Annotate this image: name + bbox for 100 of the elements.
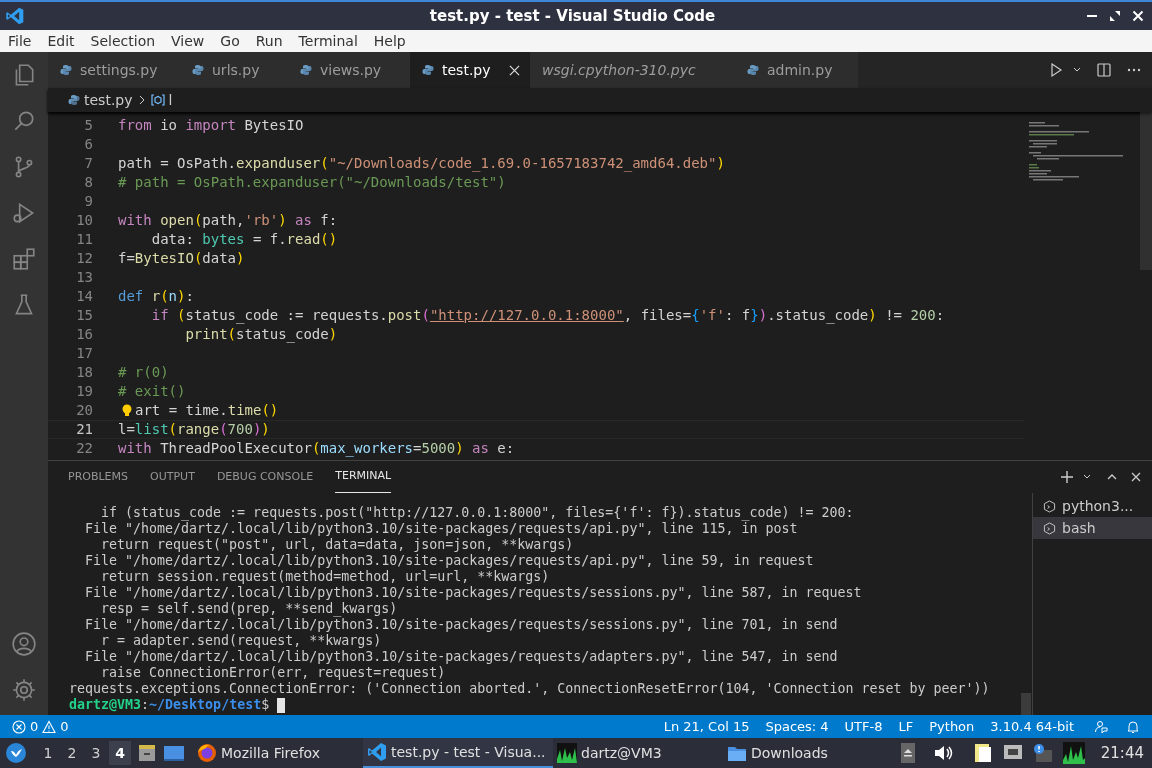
- maximize-icon[interactable]: [1109, 10, 1121, 22]
- workspace-button[interactable]: 2: [61, 741, 83, 765]
- line-number: 16: [75, 325, 93, 344]
- notification-icon[interactable]: [1032, 743, 1053, 763]
- code-line: data: bytes = f.read(): [150, 230, 338, 249]
- window-icon[interactable]: [163, 744, 185, 762]
- file-type-icon: [192, 64, 204, 76]
- code-line: art = time.time(): [135, 401, 279, 420]
- close-icon[interactable]: [509, 64, 520, 76]
- lightbulb-icon[interactable]: [120, 403, 133, 418]
- warning-icon[interactable]: [42, 719, 57, 734]
- scrollbar-thumb[interactable]: [1021, 693, 1031, 715]
- settings-icon[interactable]: [11, 677, 37, 703]
- breadcrumb-item[interactable]: l: [168, 89, 173, 111]
- panel-tab[interactable]: DEBUG CONSOLE: [216, 461, 314, 493]
- code-line: with open(path,'rb') as f:: [118, 211, 338, 230]
- menu-item[interactable]: Edit: [45, 30, 77, 52]
- terminal-line: File "/home/dartz/.local/lib/python3.10/site-packages/requests/api.py", line 59, in request: [84, 553, 815, 569]
- status-item[interactable]: UTF-8: [844, 716, 883, 737]
- terminal-line: File "/home/dartz/.local/lib/python3.10/site-packages/requests/sessions.py", line 701, in send: [84, 617, 839, 633]
- run-icon[interactable]: [1048, 62, 1064, 78]
- terminal-session[interactable]: bash: [1033, 517, 1152, 539]
- notes-icon[interactable]: [972, 742, 993, 764]
- terminal-line: resp = self.send(prep, **send_kwargs): [100, 601, 399, 617]
- workspace-button[interactable]: 3: [85, 741, 107, 765]
- line-number: 20: [75, 401, 93, 420]
- scrollbar-thumb[interactable]: [1140, 112, 1152, 270]
- panel-tab[interactable]: PROBLEMS: [68, 461, 129, 493]
- breadcrumb-item[interactable]: test.py: [84, 89, 133, 111]
- line-number: 21: [75, 420, 93, 439]
- editor-tab[interactable]: admin.py: [735, 52, 858, 88]
- line-number: 13: [75, 268, 93, 287]
- menu-item[interactable]: Terminal: [296, 30, 360, 52]
- status-item[interactable]: LF: [898, 716, 914, 737]
- status-item[interactable]: Python: [929, 716, 975, 737]
- editor-tab[interactable]: views.py: [288, 52, 410, 88]
- prompt-symbol: $: [261, 697, 270, 713]
- menu-item[interactable]: Run: [253, 30, 285, 52]
- line-number: 5: [83, 116, 93, 135]
- close-icon[interactable]: [1130, 471, 1142, 483]
- editor-tab[interactable]: test.py: [410, 52, 530, 88]
- variable-icon: [150, 94, 165, 106]
- status-item[interactable]: Ln 21, Col 15: [663, 716, 750, 737]
- file-cabinet-icon[interactable]: [137, 743, 157, 763]
- terminal-session[interactable]: python3...: [1033, 495, 1152, 517]
- browser-icon: [197, 743, 217, 763]
- code-line: # exit(): [118, 382, 186, 401]
- line-number: 11: [75, 230, 93, 249]
- code-line: f=BytesIO(data): [118, 249, 245, 268]
- account-icon[interactable]: [11, 631, 37, 657]
- panel-tab[interactable]: OUTPUT: [150, 461, 195, 493]
- file-type-icon: [422, 64, 434, 76]
- line-number: 22: [75, 439, 93, 458]
- line-number: 7: [83, 154, 93, 173]
- split-editor-icon[interactable]: [1096, 62, 1112, 78]
- prompt-path: ~/Desktop/test: [149, 697, 262, 713]
- line-number: 10: [75, 211, 93, 230]
- workspace-button[interactable]: 1: [37, 741, 59, 765]
- volume-icon[interactable]: [932, 744, 953, 762]
- editor-tab[interactable]: urls.py: [180, 52, 288, 88]
- extensions-icon[interactable]: [11, 246, 37, 272]
- start-menu-icon[interactable]: [5, 742, 27, 764]
- menu-item[interactable]: View: [169, 30, 207, 52]
- file-type-icon: [747, 64, 759, 76]
- clock[interactable]: 21:44: [1100, 741, 1144, 765]
- panel-tab[interactable]: TERMINAL: [335, 461, 392, 493]
- cpu-graph-icon[interactable]: [1062, 742, 1085, 764]
- network-icon[interactable]: [1002, 744, 1023, 762]
- code-line: from io import BytesIO: [118, 116, 304, 135]
- editor-tab[interactable]: settings.py: [48, 52, 180, 88]
- eject-icon[interactable]: [900, 743, 915, 763]
- menu-item[interactable]: Go: [218, 30, 242, 52]
- workspace-button[interactable]: 4: [109, 741, 131, 765]
- error-count[interactable]: 0: [30, 716, 39, 737]
- line-number: 14: [75, 287, 93, 306]
- taskbar-window[interactable]: Mozilla Firefox: [193, 738, 363, 768]
- code-line: # r(0): [118, 363, 169, 382]
- file-type-icon: [300, 64, 312, 76]
- prompt-separator: :: [141, 697, 150, 713]
- status-item[interactable]: 3.10.4 64-bit: [990, 716, 1074, 737]
- editor-tab[interactable]: wsgi.cpython-310.pyc: [530, 52, 735, 88]
- error-icon[interactable]: [12, 719, 26, 734]
- menu-item[interactable]: Selection: [88, 30, 158, 52]
- terminal-cursor: [277, 697, 286, 713]
- feedback-icon[interactable]: [1094, 719, 1108, 734]
- menu-item[interactable]: Help: [371, 30, 408, 52]
- add-icon[interactable]: [1060, 470, 1074, 484]
- line-number: 15: [75, 306, 93, 325]
- app-logo-icon: [5, 6, 25, 26]
- taskbar-window[interactable]: test.py - test - Visua...: [363, 738, 553, 768]
- warning-count[interactable]: 0: [60, 716, 69, 737]
- taskbar-window[interactable]: dartz@VM3: [553, 738, 723, 768]
- taskbar-window[interactable]: Downloads: [723, 738, 883, 768]
- status-item[interactable]: Spaces: 4: [765, 716, 829, 737]
- terminal-line: File "/home/dartz/.local/lib/python3.10/site-packages/requests/adapters.py", line 547, in send: [84, 649, 839, 665]
- terminal-graph-icon: [557, 743, 577, 763]
- file-type-icon: [60, 64, 72, 76]
- menu-item[interactable]: File: [6, 30, 34, 52]
- bell-icon[interactable]: [1126, 719, 1140, 734]
- line-number: 18: [75, 363, 93, 382]
